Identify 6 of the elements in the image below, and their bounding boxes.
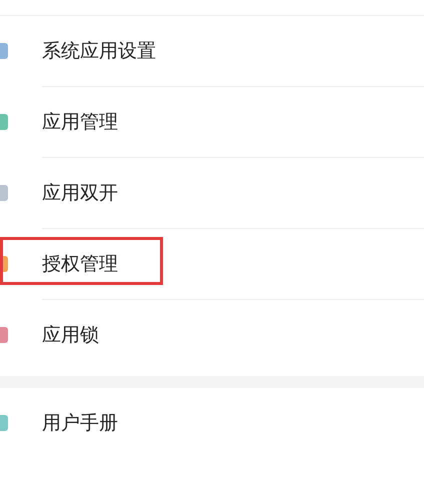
settings-item[interactable]: 用户手册 bbox=[42, 414, 118, 432]
settings-item[interactable]: 系统应用设置 bbox=[42, 42, 156, 60]
settings-item[interactable]: 授权管理 bbox=[42, 254, 118, 274]
settings-item[interactable]: 应用双开 bbox=[42, 184, 118, 202]
settings-item[interactable]: 应用锁 bbox=[42, 326, 99, 344]
settings-item[interactable]: 应用管理 bbox=[42, 112, 118, 132]
